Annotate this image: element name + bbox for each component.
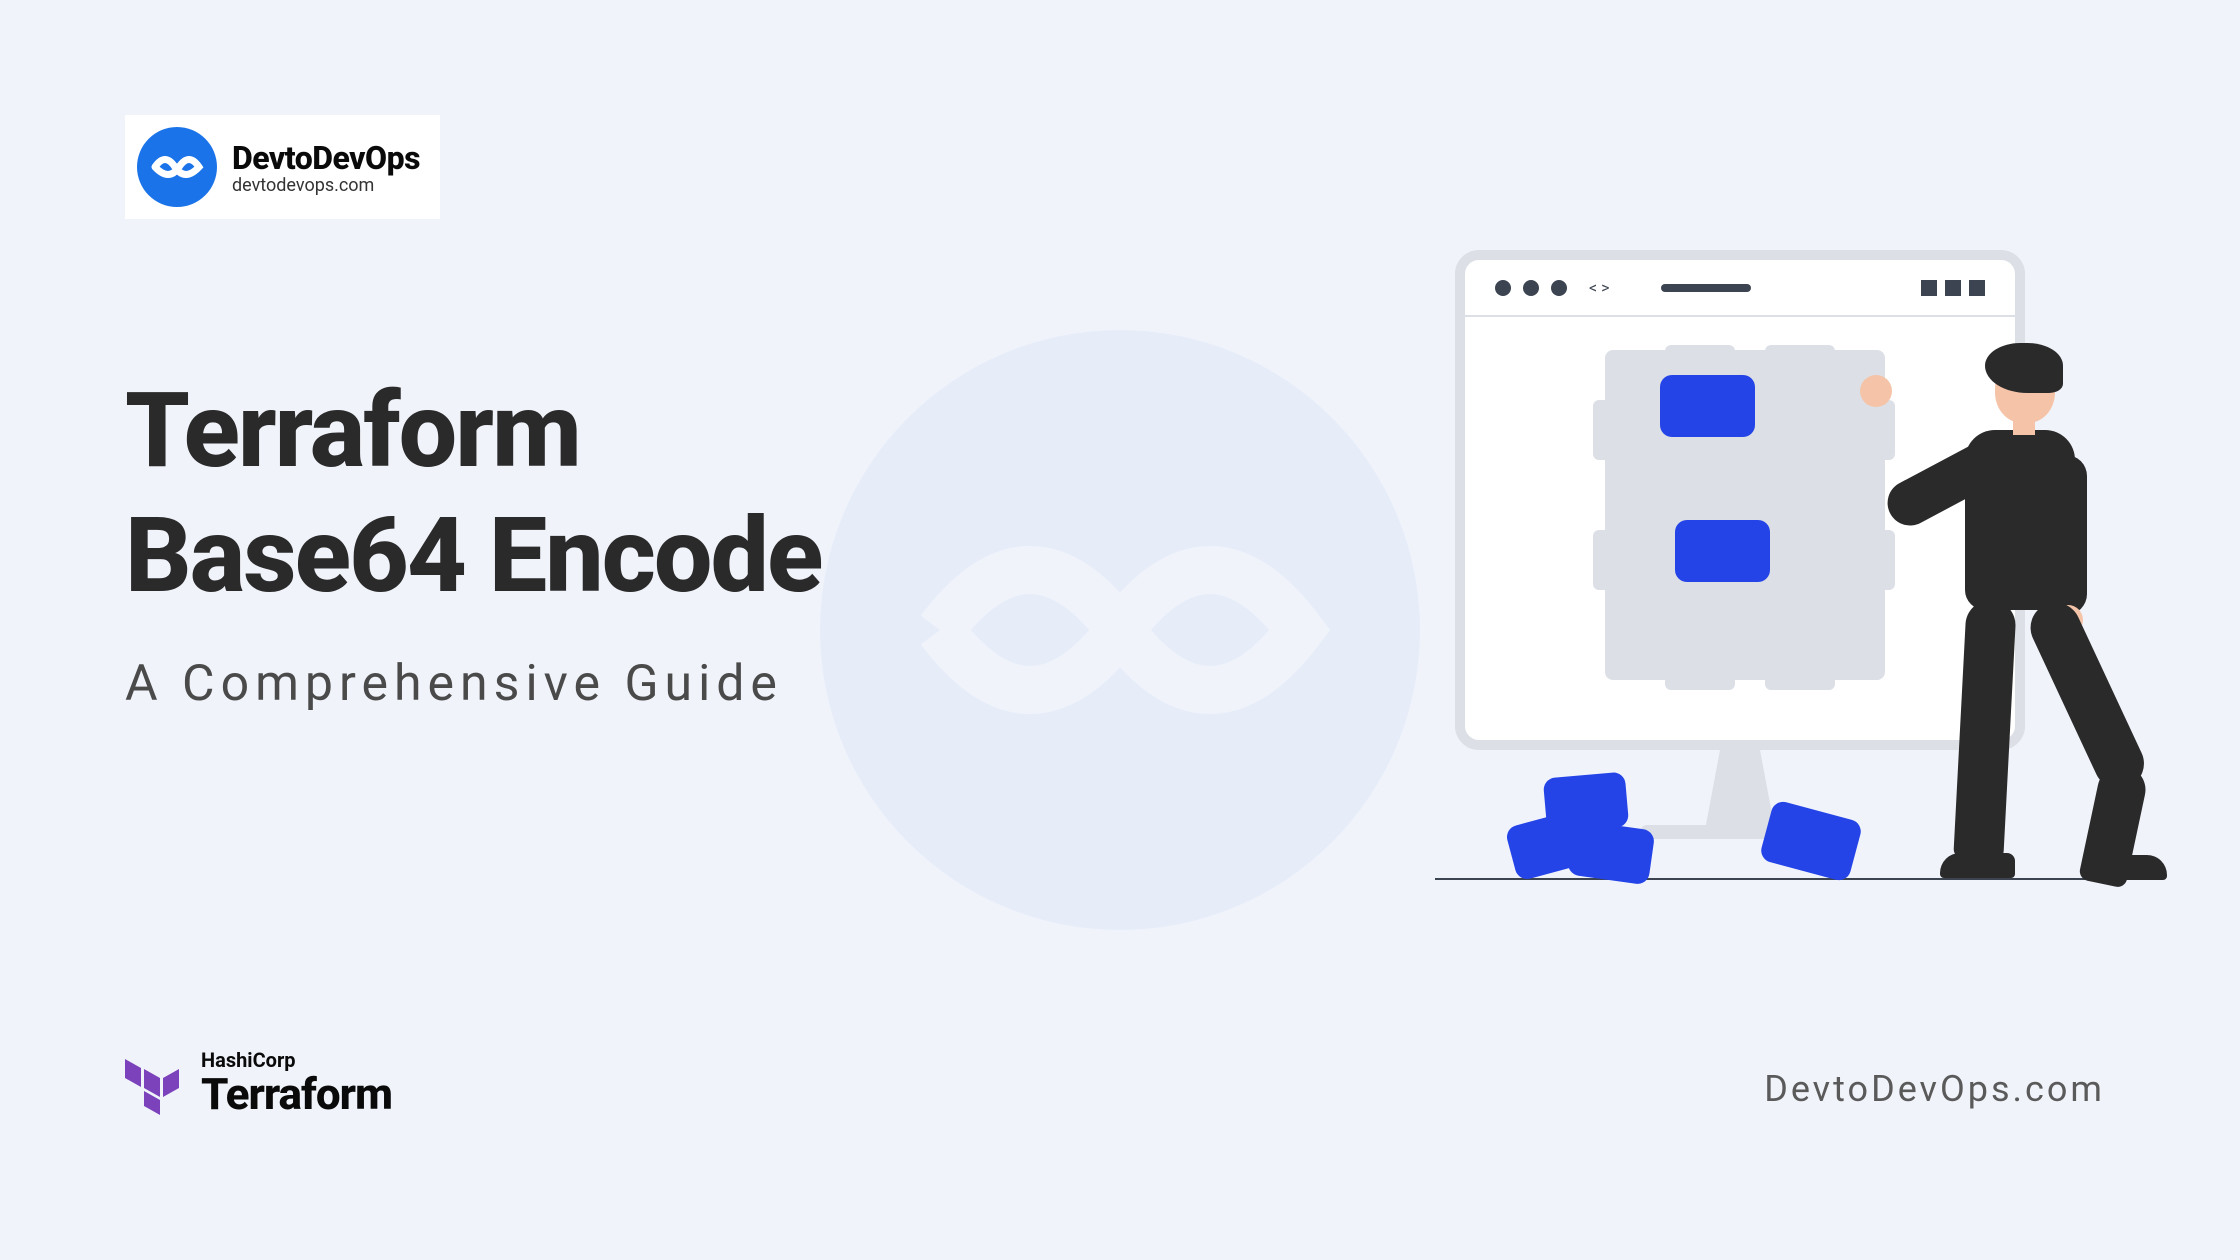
background-watermark (820, 330, 1420, 930)
block (1675, 520, 1770, 582)
terraform-logo: HashiCorp Terraform (125, 1048, 392, 1120)
code-icon: < > (1589, 278, 1609, 297)
title-line-1: Terraform (125, 371, 580, 492)
subtitle: A Comprehensive Guide (125, 655, 821, 713)
logo-subtitle: devtodevops.com (232, 175, 420, 196)
main-content: Terraform Base64 Encode A Comprehensive … (125, 370, 821, 713)
brand-logo: DevtoDevOps devtodevops.com (125, 115, 440, 219)
browser-dot (1551, 280, 1567, 296)
browser-menu-icon (1921, 280, 1985, 296)
address-bar-line (1661, 284, 1751, 292)
illustration: < > (1455, 250, 2115, 890)
logo-title: DevtoDevOps (232, 139, 420, 177)
block (1660, 375, 1755, 437)
block (1759, 799, 1864, 883)
person-illustration (1865, 345, 2165, 885)
infinity-icon (137, 127, 217, 207)
terraform-icon (125, 1053, 181, 1115)
block (1543, 772, 1629, 834)
main-title: Terraform Base64 Encode (125, 370, 821, 620)
terraform-product: Terraform (201, 1068, 392, 1120)
browser-header: < > (1465, 260, 2015, 317)
browser-dot (1495, 280, 1511, 296)
brand-url: DevtoDevOps.com (1764, 1068, 2105, 1110)
title-line-2: Base64 Encode (125, 496, 821, 617)
browser-dot (1523, 280, 1539, 296)
